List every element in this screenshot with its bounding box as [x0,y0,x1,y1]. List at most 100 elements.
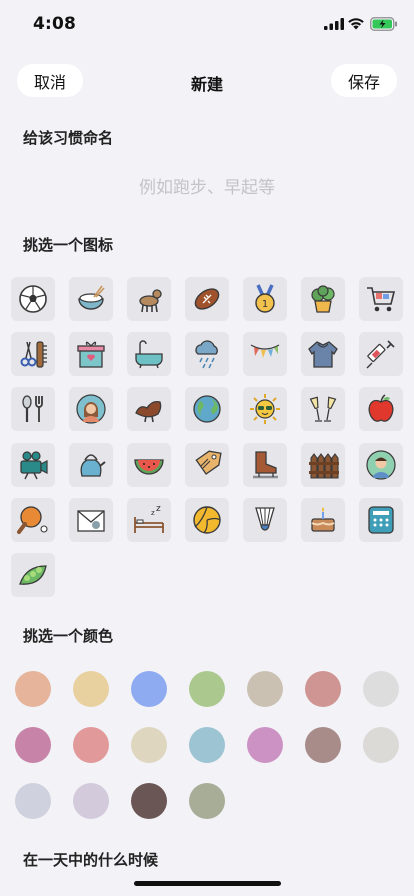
icon-option-rain-cloud[interactable] [185,332,229,377]
football-icon [194,288,220,310]
icon-option-volleyball[interactable] [185,497,229,542]
color-swatch[interactable] [15,783,51,819]
icon-option-cake[interactable] [301,497,345,542]
color-swatch[interactable] [131,671,167,707]
icon-option-bathtub[interactable] [127,332,171,377]
icon-option-ice-skate[interactable] [243,442,287,487]
icon-option-saddle[interactable] [127,387,171,432]
icon-option-bunting[interactable] [243,332,287,377]
habit-name-input[interactable] [23,168,391,208]
icon-option-gift-box[interactable] [69,332,113,377]
color-swatch[interactable] [363,671,399,707]
save-button[interactable]: 保存 [331,64,397,97]
bed-sleep-icon: zz [134,504,164,533]
icon-option-shopping-cart[interactable] [359,277,403,321]
icon-option-ping-pong[interactable] [11,497,55,542]
icon-option-sun-sunglasses[interactable] [243,387,287,432]
icon-option-dog[interactable] [127,277,171,321]
cellular-signal-icon [324,18,344,30]
icon-option-mail-envelope[interactable] [69,497,113,542]
icon-section-heading: 挑选一个图标 [23,236,114,254]
scissors-comb-icon [20,341,47,368]
dog-icon [139,289,162,313]
icon-option-globe[interactable] [185,387,229,432]
ice-skate-icon [253,450,278,478]
color-swatch[interactable] [73,783,109,819]
rain-cloud-icon [195,340,218,369]
color-swatch[interactable] [131,727,167,763]
time-section-heading: 在一天中的什么时候 [23,851,159,869]
home-indicator [134,881,281,886]
bathtub-icon [135,340,163,369]
icon-option-scissors-comb[interactable] [11,332,55,377]
icon-option-potted-plant[interactable] [301,277,345,321]
svg-text:z: z [151,509,155,517]
telephone-icon [368,506,394,534]
icon-option-pea-pod[interactable] [11,553,55,597]
mail-envelope-icon [77,510,105,532]
icon-option-woman-avatar[interactable] [69,387,113,432]
color-swatch[interactable] [189,727,225,763]
color-swatch[interactable] [305,727,341,763]
potted-plant-icon [311,285,335,313]
price-tag-icon [195,450,222,475]
status-time: 4:08 [33,14,77,34]
color-swatch[interactable] [15,727,51,763]
color-swatch[interactable] [131,783,167,819]
globe-icon [193,395,221,424]
watermelon-icon [134,458,164,475]
woman-avatar-icon [76,394,106,424]
icon-option-telephone[interactable] [359,497,403,542]
battery-charging-icon [370,17,397,31]
medal-icon: 1 [255,284,275,313]
svg-text:z: z [156,504,161,514]
icon-option-sweater[interactable] [301,332,345,377]
icon-option-soccer-ball[interactable] [11,277,55,321]
icon-option-football[interactable] [185,277,229,321]
color-swatch[interactable] [247,671,283,707]
svg-text:1: 1 [262,299,268,310]
shopping-cart-icon [367,287,396,312]
icon-option-apple[interactable] [359,387,403,432]
color-swatch[interactable] [247,727,283,763]
icon-option-video-camera[interactable] [11,442,55,487]
syringe-icon [366,340,395,369]
pea-pod-icon [19,565,47,585]
icon-option-champagne-glasses[interactable] [301,387,345,432]
apple-icon [368,394,394,423]
champagne-glasses-icon [309,396,337,423]
saddle-icon [135,401,162,423]
cake-icon [311,506,335,532]
icon-option-rice-bowl[interactable] [69,277,113,321]
icon-option-watermelon[interactable] [127,442,171,487]
rice-bowl-icon [78,285,105,310]
icon-option-kettle[interactable] [69,442,113,487]
color-swatch[interactable] [189,783,225,819]
color-swatch[interactable] [73,671,109,707]
icon-option-man-avatar[interactable] [359,442,403,487]
icon-option-shuttlecock[interactable] [243,497,287,542]
icon-option-utensils[interactable] [11,387,55,432]
icon-option-medal[interactable]: 1 [243,277,287,321]
icon-option-fence[interactable] [301,442,345,487]
color-section-heading: 挑选一个颜色 [23,627,114,645]
wifi-icon [348,18,364,30]
shuttlecock-icon [255,507,275,531]
sweater-icon [308,341,338,368]
utensils-icon [22,395,43,423]
color-swatch[interactable] [305,671,341,707]
icon-option-syringe[interactable] [359,332,403,377]
color-swatch[interactable] [73,727,109,763]
video-camera-icon [20,450,48,479]
color-swatch[interactable] [189,671,225,707]
bunting-icon [250,344,280,359]
color-swatch[interactable] [15,671,51,707]
volleyball-icon [193,506,221,534]
man-avatar-icon [366,449,396,480]
icon-option-price-tag[interactable] [185,442,229,487]
gift-box-icon [77,341,105,368]
color-swatch[interactable] [363,727,399,763]
icon-option-bed-sleep[interactable]: zz [127,497,171,542]
soccer-ball-icon [19,285,47,313]
sun-sunglasses-icon [250,394,280,425]
